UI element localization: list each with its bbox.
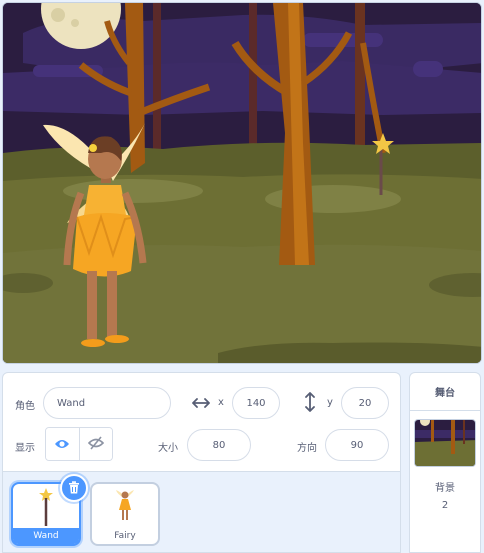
show-sprite-button[interactable]	[46, 428, 79, 460]
direction-label: 方向	[297, 443, 317, 454]
sprite-info-panel: 角色 Wand x 140 y 20 显示 大小 80 方向 90	[2, 372, 401, 472]
sprite-tile-label: Fairy	[114, 531, 136, 541]
stage-thumbnail	[414, 419, 476, 467]
sprite-name-label: 角色	[15, 401, 35, 412]
show-label: 显示	[15, 443, 35, 454]
stage-selector[interactable]: 舞台 背景 2	[409, 372, 481, 553]
forest-night-scene	[3, 3, 481, 363]
visibility-toggle-group	[45, 427, 113, 461]
stage-header: 舞台	[410, 373, 480, 411]
fairy-thumbnail	[116, 488, 134, 526]
direction-input[interactable]: 90	[325, 429, 389, 461]
backdrops-count: 2	[441, 500, 449, 511]
eye-icon	[54, 435, 70, 454]
backdrops-label: 背景	[435, 483, 455, 494]
vertical-arrows-icon	[303, 391, 317, 413]
horizontal-arrows-icon	[191, 395, 211, 411]
eye-slash-icon	[87, 435, 105, 454]
sprite-name-input[interactable]: Wand	[43, 387, 171, 419]
trash-icon	[68, 479, 80, 498]
sprite-tile-label: Wand	[13, 528, 79, 544]
delete-sprite-button[interactable]	[60, 474, 88, 502]
sprite-tile-fairy[interactable]: Fairy	[90, 482, 160, 546]
y-input[interactable]: 20	[341, 387, 389, 419]
size-label: 大小	[158, 443, 178, 454]
x-input[interactable]: 140	[232, 387, 280, 419]
x-label: x	[218, 397, 224, 408]
stage-canvas[interactable]	[2, 2, 482, 364]
size-input[interactable]: 80	[187, 429, 251, 461]
y-label: y	[327, 397, 333, 408]
hide-sprite-button[interactable]	[78, 428, 112, 460]
scratch-editor: 角色 Wand x 140 y 20 显示 大小 80 方向 90 Wand F…	[0, 0, 484, 553]
wand-thumbnail	[39, 488, 53, 530]
